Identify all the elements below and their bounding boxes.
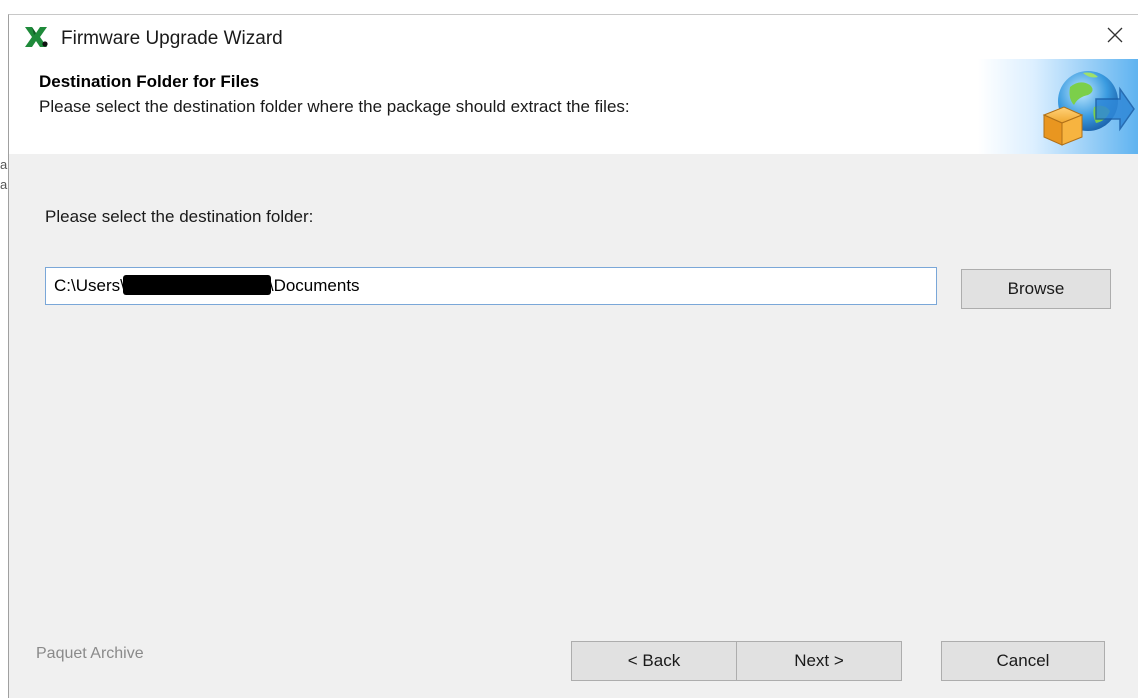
window-title: Firmware Upgrade Wizard	[61, 28, 283, 49]
globe-package-icon	[978, 59, 1138, 154]
title-bar[interactable]: Firmware Upgrade Wizard	[9, 15, 1138, 59]
cancel-button[interactable]: Cancel	[941, 641, 1105, 681]
destination-folder-label: Please select the destination folder:	[45, 207, 314, 226]
close-button[interactable]	[1092, 15, 1138, 59]
page-title: Destination Folder for Files	[39, 72, 260, 91]
green-x-icon	[23, 25, 49, 49]
wizard-dialog: Firmware Upgrade Wizard Destination Fold…	[8, 14, 1138, 698]
redacted-username	[122, 275, 271, 295]
footer-brand-label: Paquet Archive	[36, 645, 144, 662]
path-prefix: C:\Users\	[54, 276, 125, 295]
back-button[interactable]: < Back	[571, 641, 737, 681]
page-subtitle: Please select the destination folder whe…	[39, 97, 630, 116]
screen: a a Firmware Upgrade Wizard Destination …	[0, 0, 1138, 698]
browse-button[interactable]: Browse	[961, 269, 1111, 309]
next-button[interactable]: Next >	[736, 641, 902, 681]
header-panel: Destination Folder for Files Please sele…	[9, 59, 1138, 154]
destination-path-input[interactable]: C:\Users\ \Documents	[45, 267, 937, 305]
background-text-fragment: a	[0, 158, 8, 172]
path-suffix: \Documents	[268, 276, 360, 295]
close-icon	[1107, 27, 1123, 48]
background-text-fragment: a	[0, 178, 8, 192]
